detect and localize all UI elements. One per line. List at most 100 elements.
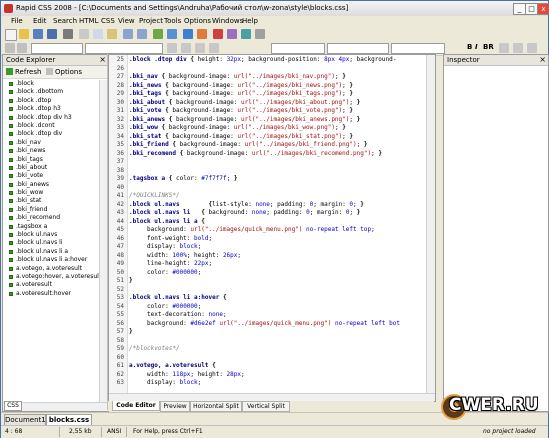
code-line[interactable]: 50 color: #000000; bbox=[109, 269, 429, 278]
code-line[interactable]: 61 a.votego, a.voteresult { bbox=[109, 362, 429, 371]
code-line[interactable]: 48 width: 100%; height: 26px; bbox=[109, 252, 429, 261]
tree-item[interactable]: .bki_anews bbox=[3, 181, 99, 189]
color-picker-icon[interactable] bbox=[241, 29, 251, 39]
code-line[interactable]: 51} bbox=[109, 277, 429, 286]
menu-options[interactable]: Options bbox=[184, 17, 211, 25]
code-line[interactable]: 52 bbox=[109, 286, 429, 295]
save-all-icon[interactable] bbox=[47, 29, 57, 39]
code-line[interactable]: 32 .bki_anews { background-image: url("..… bbox=[109, 116, 429, 125]
tree-item[interactable]: .bki_vote bbox=[3, 172, 99, 180]
line-break-button[interactable]: BR bbox=[483, 43, 494, 51]
menu-file[interactable]: File bbox=[11, 17, 23, 25]
code-line[interactable]: 30 .bki_about { background-image: url("..… bbox=[109, 99, 429, 108]
options-icon[interactable] bbox=[46, 68, 53, 75]
options-button[interactable]: Options bbox=[55, 68, 82, 76]
tree-item[interactable]: a.voteresult bbox=[3, 281, 99, 289]
tag-combo[interactable] bbox=[271, 43, 325, 54]
tree-item[interactable]: .block .dtop div h3 bbox=[3, 114, 99, 122]
preview-browser-icon[interactable] bbox=[183, 29, 193, 39]
code-line[interactable]: 36 .bki_recomend { background-image: url(… bbox=[109, 150, 429, 159]
tree-item[interactable]: .block .dtop bbox=[3, 97, 99, 105]
code-line[interactable]: 42 .block ul.navs {list-style: none; padd… bbox=[109, 201, 429, 210]
code-line[interactable]: 31 .bki_vote { background-image: url("../… bbox=[109, 107, 429, 116]
refresh-button[interactable]: Refresh bbox=[15, 68, 41, 76]
tree-item[interactable]: .bki_tags bbox=[3, 156, 99, 164]
copy-icon[interactable] bbox=[93, 29, 103, 39]
more-icon[interactable] bbox=[527, 43, 537, 53]
code-line[interactable]: 38 bbox=[109, 167, 429, 176]
selector-combo[interactable] bbox=[85, 43, 163, 54]
tree-item[interactable]: a.votego:hover, a.voteresult:hover bbox=[3, 273, 99, 281]
code-line[interactable]: 26 bbox=[109, 65, 429, 74]
close-button[interactable]: x bbox=[537, 3, 549, 15]
close-panel-icon[interactable]: × bbox=[99, 55, 106, 64]
size-combo[interactable] bbox=[391, 43, 445, 54]
tree-item[interactable]: .bki_nav bbox=[3, 139, 99, 147]
tab-vertical-split[interactable]: Vertical Split bbox=[242, 401, 290, 412]
tab-preview[interactable]: Preview bbox=[160, 401, 190, 412]
refresh-icon[interactable] bbox=[6, 68, 13, 75]
open-folder-icon[interactable] bbox=[19, 29, 29, 39]
menu-tools[interactable]: Tools bbox=[164, 17, 181, 25]
menu-project[interactable]: Project bbox=[139, 17, 163, 25]
code-line[interactable]: 55 text-decoration: none; bbox=[109, 311, 429, 320]
menu-view[interactable]: View bbox=[118, 17, 135, 25]
selector-tree[interactable]: .block .block .dbottom .block .dtop .block … bbox=[3, 80, 99, 402]
code-line[interactable]: 25 .block .dtop div { height: 32px; backg… bbox=[109, 56, 429, 65]
code-line[interactable]: 37 bbox=[109, 158, 429, 167]
menu-css[interactable]: CSS bbox=[101, 17, 115, 25]
code-line[interactable]: 63 display: block; bbox=[109, 379, 429, 388]
tree-item[interactable]: .block bbox=[3, 80, 99, 88]
editor-vscrollbar[interactable] bbox=[426, 55, 435, 401]
code-line[interactable]: 47 display: block; bbox=[109, 243, 429, 252]
menu-html[interactable]: HTML bbox=[79, 17, 98, 25]
align-icon[interactable] bbox=[513, 43, 523, 53]
code-line[interactable]: 27 .bki_nav { background-image: url("../i… bbox=[109, 73, 429, 82]
tree-item[interactable]: a.votego, a.voteresult bbox=[3, 265, 99, 273]
tidy-icon[interactable] bbox=[227, 29, 237, 39]
menu-windows[interactable]: Windows bbox=[212, 17, 243, 25]
code-line[interactable]: 46 font-weight: bold; bbox=[109, 235, 429, 244]
tree-item[interactable]: .bki_stat bbox=[3, 197, 99, 205]
tree-item[interactable]: .block .dtop div bbox=[3, 130, 99, 138]
redo-icon[interactable] bbox=[137, 29, 147, 39]
tree-item[interactable]: .bki_recomend bbox=[3, 214, 99, 222]
italic-button[interactable]: I bbox=[475, 43, 478, 51]
link-icon[interactable] bbox=[209, 43, 219, 53]
bold-button[interactable]: B bbox=[467, 43, 472, 51]
code-line[interactable]: 44 .block ul.navs li a { bbox=[109, 218, 429, 227]
settings-icon[interactable] bbox=[255, 29, 265, 39]
menu-search[interactable]: Search bbox=[53, 17, 77, 25]
tree-item[interactable]: .block .dcont bbox=[3, 122, 99, 130]
tab-horizontal-split[interactable]: Horizontal Split bbox=[190, 401, 242, 412]
image-icon[interactable] bbox=[195, 43, 205, 53]
code-line[interactable]: 34 .bki_stat { background-image: url("../… bbox=[109, 133, 429, 142]
tree-item[interactable]: .block ul.navs bbox=[3, 231, 99, 239]
save-icon[interactable] bbox=[33, 29, 43, 39]
tab-code-editor[interactable]: Code Editor bbox=[112, 401, 160, 411]
tree-item[interactable]: .block .dtop h3 bbox=[3, 105, 99, 113]
code-line[interactable]: 43 .block ul.navs li { background: none; … bbox=[109, 209, 429, 218]
code-line[interactable]: 53 .block ul.navs li a:hover { bbox=[109, 294, 429, 303]
code-line[interactable]: 39 .tagsbox a { color: #7f7f7f; } bbox=[109, 175, 429, 184]
list-icon[interactable] bbox=[167, 43, 177, 53]
code-line[interactable]: 62 width: 118px; height: 28px; bbox=[109, 371, 429, 380]
tree-item[interactable]: .bki_friend bbox=[3, 206, 99, 214]
find-icon[interactable] bbox=[153, 29, 163, 39]
menu-edit[interactable]: Edit bbox=[33, 17, 47, 25]
tree-item[interactable]: .tagsbox a bbox=[3, 223, 99, 231]
paragraph-icon[interactable] bbox=[499, 43, 509, 53]
style-combo[interactable] bbox=[327, 43, 389, 54]
code-line[interactable]: 57} bbox=[109, 328, 429, 337]
close-inspector-icon[interactable]: × bbox=[539, 55, 546, 64]
code-line[interactable]: 58 bbox=[109, 337, 429, 346]
menu-help[interactable]: Help bbox=[242, 17, 258, 25]
tree-item[interactable]: .bki_wow bbox=[3, 189, 99, 197]
tree-item[interactable]: .bki_news bbox=[3, 147, 99, 155]
code-line[interactable]: 59 /*blockvotes*/ bbox=[109, 345, 429, 354]
new-file-icon[interactable] bbox=[5, 29, 17, 41]
ftp-icon[interactable] bbox=[197, 29, 207, 39]
tree-item[interactable]: .block ul.navs li a:hover bbox=[3, 256, 99, 264]
paste-icon[interactable] bbox=[107, 29, 117, 39]
code-line[interactable]: 29 .bki_tags { background-image: url("../… bbox=[109, 90, 429, 99]
